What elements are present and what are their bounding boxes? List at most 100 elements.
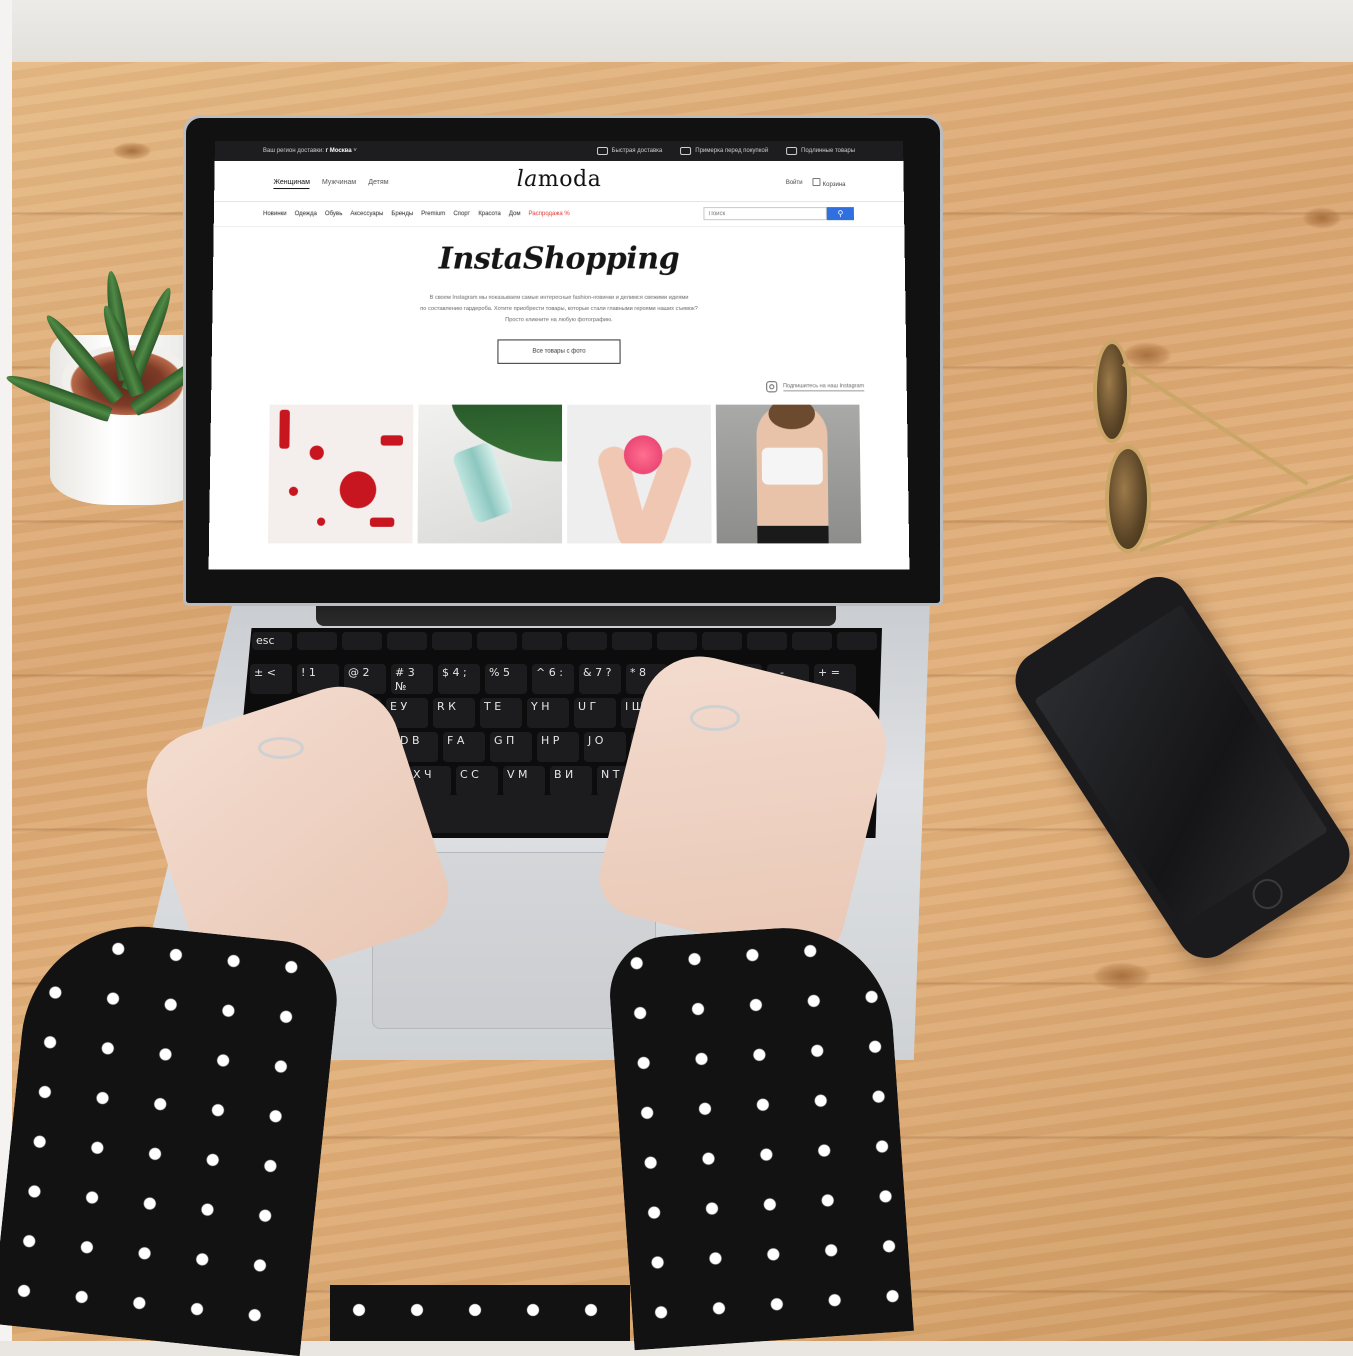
hanger-icon <box>680 146 692 155</box>
keyboard-key[interactable] <box>792 632 832 650</box>
keyboard-key[interactable] <box>612 632 652 650</box>
benefit-fitting[interactable]: Примерка перед покупкой <box>680 146 769 155</box>
wood-knot <box>1092 962 1152 990</box>
wall <box>0 0 1353 70</box>
photo-sport-model[interactable] <box>715 404 862 544</box>
instagram-icon <box>765 381 777 393</box>
keyboard-key[interactable] <box>567 632 607 650</box>
search-bar: ⚲ <box>703 207 855 221</box>
sunglasses-lens <box>1105 445 1151 553</box>
page-title: InstaShopping <box>438 241 680 277</box>
keyboard-key[interactable]: T Е <box>480 698 522 728</box>
nav-item-new[interactable]: Новинки <box>263 211 287 217</box>
keyboard-key[interactable]: C С <box>456 766 498 796</box>
nav-item-home[interactable]: Дом <box>509 211 521 217</box>
benefit-label: Быстрая доставка <box>611 147 663 154</box>
left-sleeve <box>0 914 343 1356</box>
photo-cosmetic-jar[interactable] <box>567 404 712 544</box>
benefit-label: Примерка перед покупкой <box>695 147 769 154</box>
insta-gallery <box>267 404 862 544</box>
keyboard-key[interactable] <box>702 632 742 650</box>
hero-text-line: Просто кликните на любую фотографию. <box>505 317 613 324</box>
wood-knot <box>112 142 152 160</box>
nail-polish-dot <box>288 486 299 496</box>
nav-item-accessories[interactable]: Аксессуары <box>350 211 383 217</box>
nail-polish-dot <box>316 517 326 526</box>
lipstick <box>279 409 290 449</box>
site-topbar: Ваш регион доставки: г Москва ˅ Быстрая … <box>214 141 904 161</box>
search-icon: ⚲ <box>837 209 844 219</box>
keyboard-key[interactable]: $ 4 ; <box>438 664 480 694</box>
keyboard-key[interactable] <box>657 632 697 650</box>
keyboard-key[interactable]: & 7 ? <box>579 664 621 694</box>
all-products-button[interactable]: Все товары с фото <box>497 339 621 364</box>
nav-item-premium[interactable]: Premium <box>421 211 445 217</box>
region-value: г Москва <box>325 147 352 154</box>
ring <box>258 737 304 759</box>
lipstick <box>369 517 395 527</box>
keyboard-key[interactable] <box>837 632 877 650</box>
keyboard-key[interactable]: R К <box>433 698 475 728</box>
wood-knot <box>1302 207 1342 229</box>
photo-lipsticks[interactable] <box>267 404 414 544</box>
bag-icon <box>812 178 821 187</box>
keyboard-key[interactable]: B И <box>550 766 592 796</box>
keyboard-key[interactable]: G П <box>490 732 532 762</box>
region-label: Ваш регион доставки: <box>262 147 324 154</box>
wood-knot <box>1122 342 1172 368</box>
lipstick <box>380 435 404 446</box>
login-link[interactable]: Войти <box>786 180 803 186</box>
keyboard-key[interactable] <box>432 632 472 650</box>
instagram-subscribe[interactable]: Подпишитесь на наш Instagram <box>765 381 865 393</box>
keyboard-key[interactable]: F А <box>443 732 485 762</box>
benefit-fast-delivery[interactable]: Быстрая доставка <box>596 146 663 155</box>
topbar-benefits: Быстрая доставка Примерка перед покупкой… <box>596 146 904 155</box>
account-links: Войти Корзина <box>786 178 846 188</box>
nav-item-shoes[interactable]: Обувь <box>325 211 342 217</box>
keyboard-key[interactable] <box>387 632 427 650</box>
perfume-bottle <box>451 440 515 525</box>
nav-item-clothing[interactable]: Одежда <box>295 211 317 217</box>
logo-suffix: moda <box>537 166 602 193</box>
nav-item-brands[interactable]: Бренды <box>391 211 413 217</box>
keyboard-key[interactable]: V М <box>503 766 545 796</box>
laptop-screen: Ваш регион доставки: г Москва ˅ Быстрая … <box>208 141 910 570</box>
keyboard-key[interactable]: ± < <box>250 664 292 694</box>
logo-prefix: la <box>516 166 538 193</box>
sports-pants <box>757 525 829 544</box>
keyboard-key[interactable]: esc <box>252 632 292 650</box>
cart-label: Корзина <box>822 182 846 189</box>
keyboard-key[interactable] <box>477 632 517 650</box>
keyboard-key[interactable]: # 3 № <box>391 664 433 694</box>
nail-polish-dot <box>309 445 324 460</box>
keyboard-key[interactable]: H Р <box>537 732 579 762</box>
benefit-original[interactable]: Подлинные товары <box>786 146 856 155</box>
sunglasses-lens <box>1093 340 1131 443</box>
site-header: Женщинам Мужчинам Детям lamoda Войти Кор… <box>214 160 904 203</box>
cart-link[interactable]: Корзина <box>812 178 846 189</box>
nail-polish-dot <box>339 471 377 509</box>
hero-description: В своем Instagram мы показываем самые ин… <box>347 293 770 326</box>
torso <box>330 1285 630 1341</box>
nav-item-beauty[interactable]: Красота <box>478 211 501 217</box>
benefit-label: Подлинные товары <box>801 147 856 154</box>
spacebar[interactable] <box>402 795 627 833</box>
keyboard-key[interactable] <box>747 632 787 650</box>
cosmetic-jar <box>623 435 663 475</box>
nav-item-sport[interactable]: Спорт <box>453 211 470 217</box>
sports-top <box>761 447 823 485</box>
nav-item-sale[interactable]: Распродажа % <box>529 211 570 217</box>
keyboard-key[interactable] <box>297 632 337 650</box>
delivery-region[interactable]: Ваш регион доставки: г Москва ˅ <box>263 148 357 154</box>
keyboard-key[interactable]: U Г <box>574 698 616 728</box>
keyboard-key[interactable]: J О <box>584 732 626 762</box>
search-button[interactable]: ⚲ <box>826 207 855 221</box>
ring <box>690 705 740 731</box>
photo-perfume[interactable] <box>417 404 563 544</box>
keyboard-key[interactable]: Y Н <box>527 698 569 728</box>
keyboard-key[interactable]: ^ 6 : <box>532 664 574 694</box>
keyboard-key[interactable] <box>342 632 382 650</box>
keyboard-key[interactable] <box>522 632 562 650</box>
keyboard-key[interactable]: % 5 <box>485 664 527 694</box>
search-input[interactable] <box>703 207 827 221</box>
